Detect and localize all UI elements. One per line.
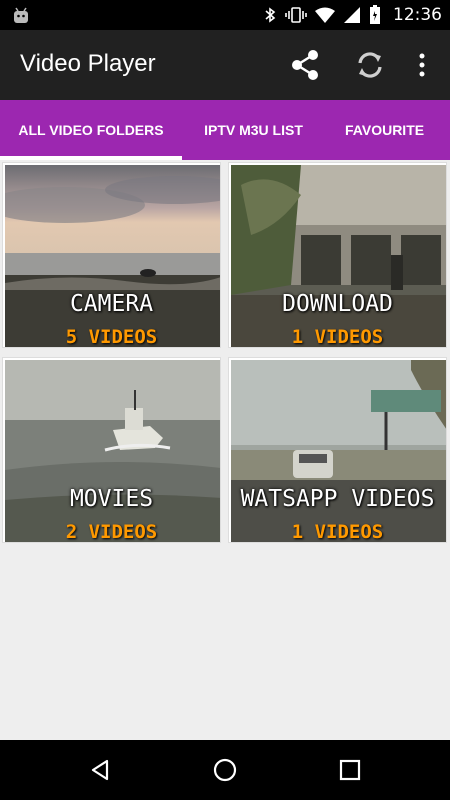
app-toolbar: Video Player [0,30,450,100]
vibrate-icon [285,7,307,23]
tab-iptv-m3u-list[interactable]: IPTV M3U LIST [182,100,325,160]
tab-bar: ALL VIDEO FOLDERS IPTV M3U LIST FAVOURIT… [0,100,450,160]
app-title: Video Player [20,50,156,77]
back-icon[interactable] [85,755,115,785]
battery-icon [370,5,380,24]
folder-video-count: 5 VIDEOS [65,326,158,348]
tab-all-video-folders[interactable]: ALL VIDEO FOLDERS [0,100,182,160]
wifi-icon [315,7,335,23]
signal-icon [344,7,360,23]
folder-thumbnail [5,165,220,347]
folder-thumbnail [231,165,446,347]
folder-card-camera[interactable]: CAMERA 5 VIDEOS [2,162,221,348]
refresh-icon[interactable] [351,46,389,84]
folder-video-count: 2 VIDEOS [65,521,158,543]
more-vert-icon[interactable] [403,46,441,84]
folder-video-count: 1 VIDEOS [291,521,384,543]
android-icon [14,7,28,23]
tab-label: FAVOURITE [345,122,425,138]
folder-video-count: 1 VIDEOS [291,326,384,348]
folder-card-movies[interactable]: MOVIES 2 VIDEOS [2,357,221,543]
folder-thumbnail [231,360,446,542]
folder-card-download[interactable]: DOWNLOAD 1 VIDEOS [228,162,447,348]
folder-name: WATSAPP VIDEOS [240,486,435,512]
folder-name: MOVIES [69,486,154,512]
share-icon[interactable] [286,46,324,84]
bluetooth-icon [265,7,276,23]
folder-name: CAMERA [69,291,154,317]
recents-icon[interactable] [335,755,365,785]
folder-thumbnail [5,360,220,542]
tab-favourite[interactable]: FAVOURITE [325,100,450,160]
folder-name: DOWNLOAD [282,291,393,317]
folder-card-watsapp-videos[interactable]: WATSAPP VIDEOS 1 VIDEOS [228,357,447,543]
home-icon[interactable] [210,755,240,785]
tab-label: IPTV M3U LIST [204,122,303,138]
clock: 12:36 [393,5,442,25]
system-nav-bar [0,740,450,800]
tab-indicator [0,156,182,160]
status-bar: 12:36 [0,0,450,30]
tab-label: ALL VIDEO FOLDERS [18,122,164,138]
